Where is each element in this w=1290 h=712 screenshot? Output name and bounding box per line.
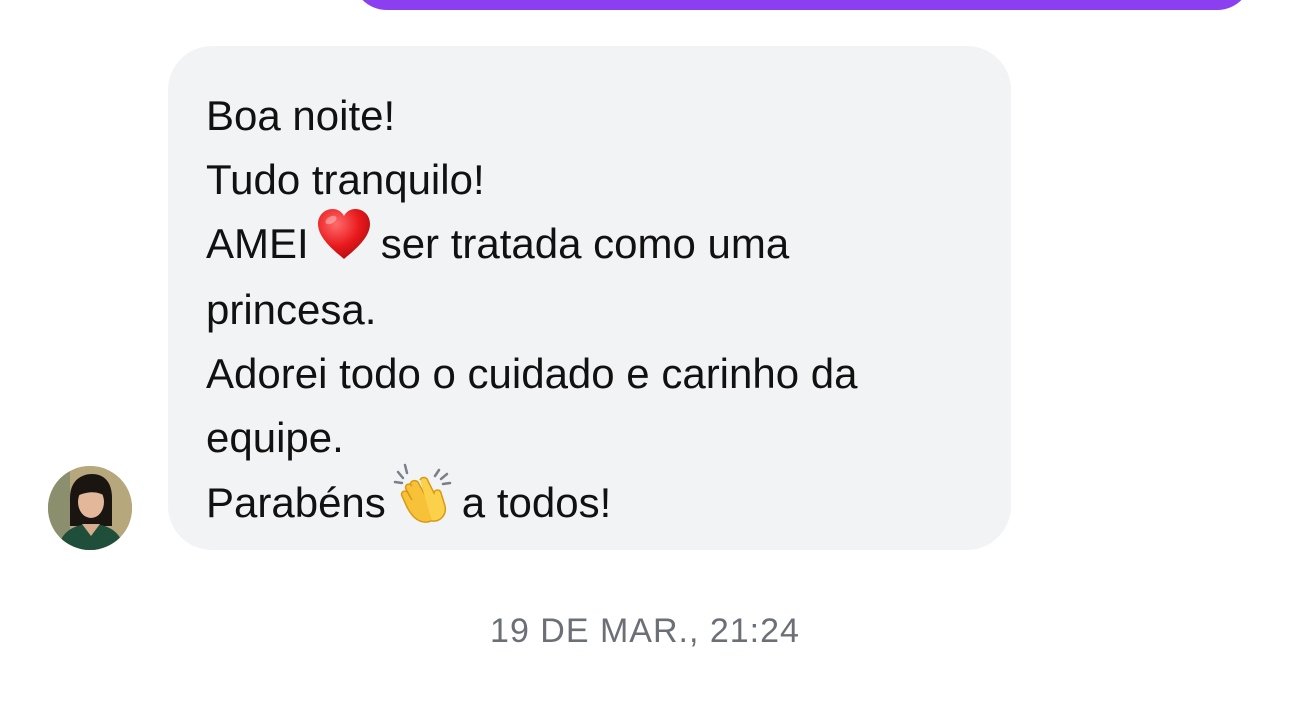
message-line: AMEI ser tratada como uma: [206, 208, 975, 279]
message-timestamp: 19 DE MAR., 21:24: [490, 612, 800, 650]
message-line: Adorei todo o cuidado e carinho da: [206, 350, 858, 398]
sent-message-bubble[interactable]: [352, 0, 1252, 10]
message-fragment: Parabéns: [206, 478, 386, 526]
message-line: Tudo tranquilo!: [206, 155, 485, 203]
clapping-hands-icon: [392, 462, 454, 542]
message-line: Parabéns a todos!: [206, 463, 975, 542]
message-line: equipe.: [206, 413, 344, 461]
received-message-bubble[interactable]: Boa noite! Tudo tranquilo! AMEI ser trat…: [168, 46, 1011, 550]
message-fragment: a todos!: [461, 478, 612, 526]
sender-avatar[interactable]: [48, 466, 132, 550]
avatar-photo: [48, 466, 132, 550]
message-fragment: AMEI: [206, 219, 309, 267]
red-heart-icon: [315, 207, 373, 279]
message-fragment: ser tratada como uma: [380, 219, 790, 267]
message-line: Boa noite!: [206, 92, 396, 139]
message-line: princesa.: [206, 286, 377, 334]
